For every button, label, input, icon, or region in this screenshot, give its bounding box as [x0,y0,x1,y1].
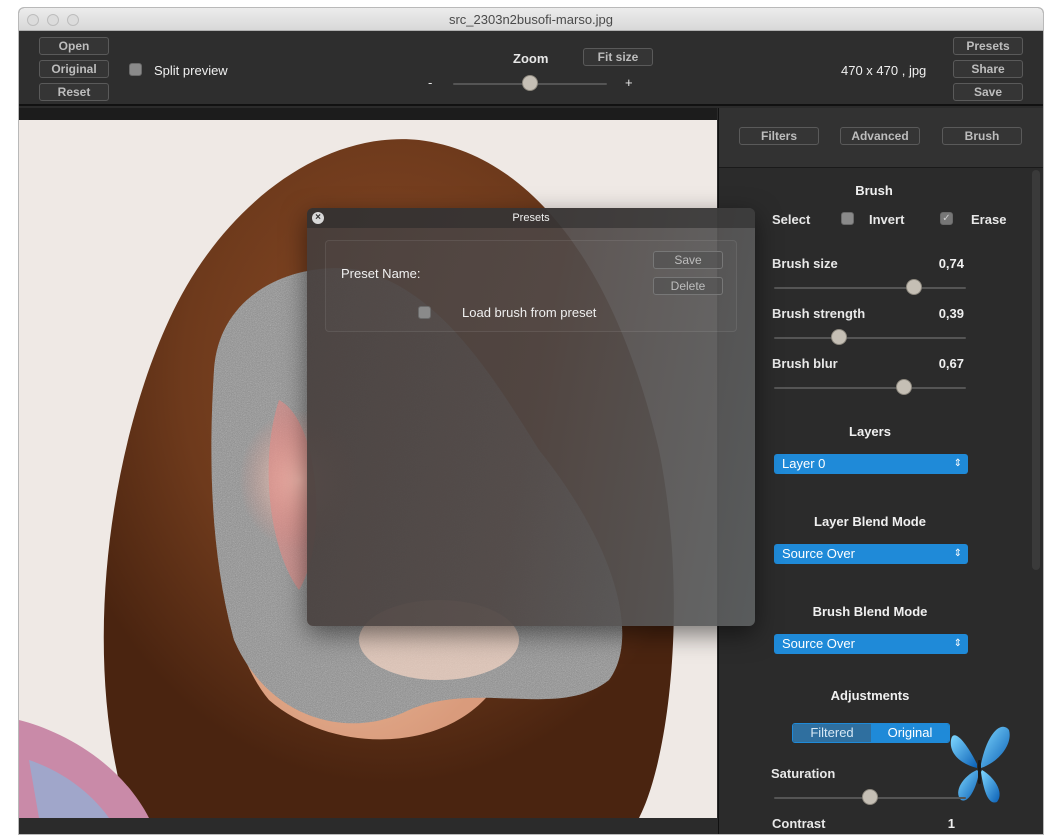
share-button[interactable]: Share [953,60,1023,78]
original-segment[interactable]: Original [871,724,949,742]
top-toolbar: Open Original Reset Split preview Zoom F… [19,31,1043,106]
brush-blend-title: Brush Blend Mode [812,604,928,619]
app-window: src_2303n2busofi-marso.jpg Open Original… [19,8,1043,834]
layer-select[interactable]: Layer 0 ⇕ [774,454,968,474]
brush-blend-select[interactable]: Source Over ⇕ [774,634,968,654]
zoom-slider-knob[interactable] [522,75,538,91]
brush-title: Brush [855,183,893,198]
brush-blend-value: Source Over [782,636,855,651]
preset-save-button[interactable]: Save [653,251,723,269]
brush-blur-value: 0,67 [938,356,964,371]
updown-icon: ⇕ [953,548,962,559]
save-button[interactable]: Save [953,83,1023,101]
zoom-label: Zoom [513,51,549,66]
tab-advanced[interactable]: Advanced [840,127,920,145]
right-panel: Filters Advanced Brush Brush Select Inve… [718,108,1043,834]
load-brush-checkbox[interactable] [418,306,431,319]
window-title: src_2303n2busofi-marso.jpg [448,12,614,27]
preset-name-label: Preset Name: [341,266,421,281]
butterfly-icon [950,726,1010,803]
contrast-label: Contrast [772,816,826,831]
split-preview-label: Split preview [154,63,228,78]
presets-dialog-title: Presets [307,208,755,228]
updown-icon: ⇕ [953,458,962,469]
panel-tabs: Filters Advanced Brush [719,108,1043,168]
title-bar: src_2303n2busofi-marso.jpg [19,8,1043,31]
brush-strength-knob[interactable] [831,329,847,345]
tab-brush[interactable]: Brush [942,127,1022,145]
updown-icon: ⇕ [953,638,962,649]
contrast-value: 1 [947,816,955,831]
filtered-segment[interactable]: Filtered [793,724,871,742]
erase-label: Erase [971,212,1007,227]
brush-size-knob[interactable] [906,279,922,295]
original-button[interactable]: Original [39,60,109,78]
tab-filters[interactable]: Filters [739,127,819,145]
brush-size-label: Brush size [772,256,838,271]
layer-select-value: Layer 0 [782,456,826,471]
brush-select-label[interactable]: Select [772,212,810,227]
brush-blur-slider[interactable] [774,387,966,389]
erase-checkbox[interactable]: ✓ [940,212,953,225]
brush-size-value: 0,74 [938,256,964,271]
fit-size-button[interactable]: Fit size [583,48,653,66]
zoom-plus[interactable]: + [625,75,633,90]
presets-dialog: Presets × Preset Name: Save Delete Load … [307,208,755,626]
close-icon[interactable]: × [312,212,324,224]
brush-blur-label: Brush blur [772,356,838,371]
zoom-minus[interactable]: - [428,75,432,90]
layer-blend-value: Source Over [782,546,855,561]
brush-blur-knob[interactable] [896,379,912,395]
split-preview-checkbox[interactable] [129,63,142,76]
reset-button[interactable]: Reset [39,83,109,101]
panel-scrollbar[interactable] [1032,170,1040,570]
layer-blend-select[interactable]: Source Over ⇕ [774,544,968,564]
load-brush-label: Load brush from preset [462,305,597,320]
presets-form: Preset Name: Save Delete Load brush from… [325,240,737,332]
presets-button[interactable]: Presets [953,37,1023,55]
adjustments-title: Adjustments [830,688,910,703]
brush-strength-slider[interactable] [774,337,966,339]
preset-delete-button[interactable]: Delete [653,277,723,295]
saturation-label: Saturation [771,766,836,781]
brush-size-slider[interactable] [774,287,966,289]
layers-title: Layers [849,424,891,439]
open-button[interactable]: Open [39,37,109,55]
brush-strength-label: Brush strength [772,306,866,321]
brush-strength-value: 0,39 [938,306,964,321]
saturation-knob[interactable] [862,789,878,805]
image-info: 470 x 470 , jpg [841,63,927,78]
adjustments-toggle[interactable]: Filtered Original [792,723,950,743]
invert-label: Invert [869,212,905,227]
layer-blend-title: Layer Blend Mode [814,514,926,529]
invert-checkbox[interactable] [841,212,854,225]
